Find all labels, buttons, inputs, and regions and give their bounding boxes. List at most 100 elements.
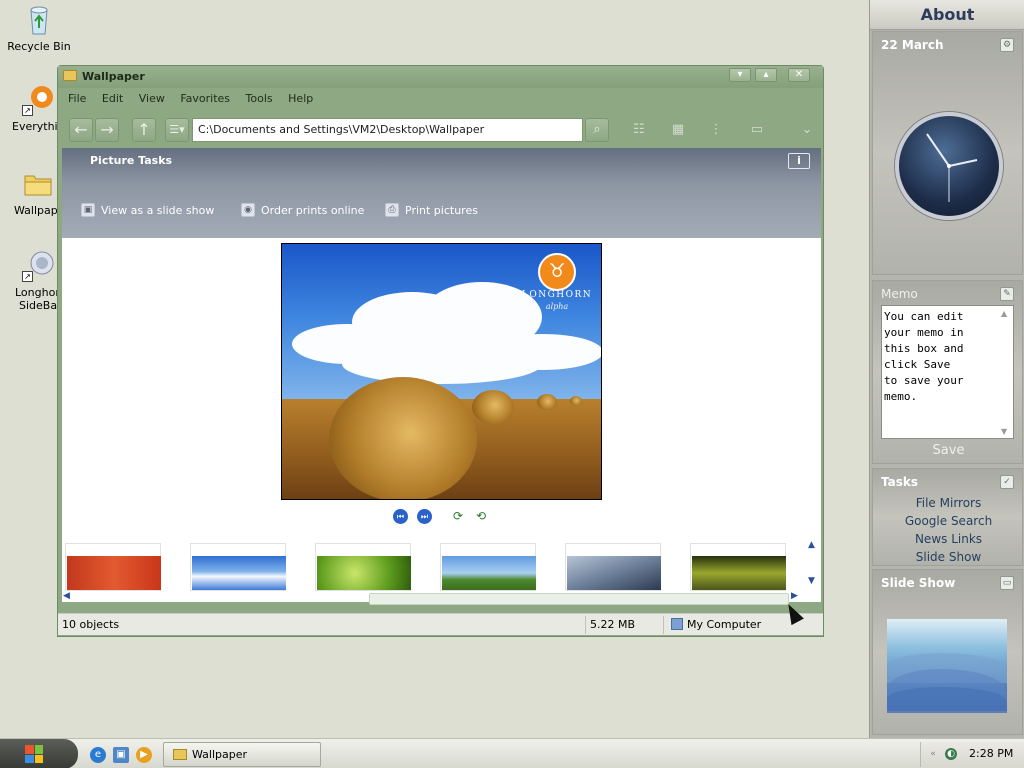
scroll-down-icon[interactable]: ▼ (808, 576, 815, 586)
picture-tasks-title: Picture Tasks (90, 154, 173, 167)
scrollbar-thumb[interactable] (369, 593, 789, 605)
thumbnail[interactable] (315, 543, 411, 591)
explorer-window: Wallpaper ▾ ▴ ✕ File Edit View Favorites… (57, 65, 824, 637)
previous-image-button[interactable]: ⏮ (393, 509, 408, 524)
taskbar-window-button[interactable]: Wallpaper (163, 742, 321, 767)
scroll-down-icon[interactable]: ▼ (1001, 427, 1007, 436)
clock-time[interactable]: 2:28 PM (969, 747, 1013, 760)
memo-panel: Memo ✎ You can edit your memo in this bo… (872, 280, 1023, 464)
window-titlebar[interactable]: Wallpaper ▾ ▴ ✕ (58, 66, 823, 88)
memo-title: Memo (881, 287, 918, 301)
thumbnail[interactable] (190, 543, 286, 591)
rotate-counterclockwise-icon[interactable]: ⟲ (473, 510, 489, 523)
scroll-up-icon[interactable]: ▲ (808, 540, 815, 550)
desktop-icon-recycle-bin[interactable]: Recycle Bin (1, 4, 77, 53)
network-icon[interactable]: ◐ (945, 748, 957, 760)
content-area: ♉ LONGHORN alpha ⏮ ⏭ ⟳ ⟲ ▲ ▼ ◀ ▶ (62, 238, 821, 605)
filmstrip (62, 543, 807, 593)
thumbnail[interactable] (690, 543, 786, 591)
address-input[interactable]: C:\Documents and Settings\VM2\Desktop\Wa… (192, 118, 583, 142)
task-google-search[interactable]: Google Search (873, 514, 1024, 528)
scroll-up-icon[interactable]: ▲ (1001, 309, 1007, 318)
logo-subtext: alpha (545, 302, 569, 311)
list-view-icon[interactable]: ⋮ (707, 122, 725, 138)
date-label: 22 March (881, 38, 944, 52)
memo-textarea[interactable]: You can edit your memo in this box and c… (881, 305, 1014, 439)
forward-button[interactable]: → (95, 118, 119, 142)
folders-view-button[interactable]: ☰▾ (165, 118, 189, 142)
next-image-button[interactable]: ⏭ (417, 509, 432, 524)
internet-explorer-icon[interactable]: e (90, 747, 106, 763)
task-slide-show[interactable]: Slide Show (873, 550, 1024, 564)
clock-settings-icon[interactable]: ⚙ (1000, 38, 1014, 52)
scroll-right-icon[interactable]: ▶ (791, 591, 798, 601)
thumbnails-view-icon[interactable]: ▦ (669, 122, 687, 138)
everything-icon: ↗ (22, 84, 54, 116)
slideshow-icon: ▣ (81, 203, 95, 217)
recycle-bin-icon (23, 4, 55, 36)
menu-favorites[interactable]: Favorites (174, 89, 236, 108)
menu-tools[interactable]: Tools (240, 89, 279, 108)
shortcut-arrow-icon: ↗ (22, 105, 33, 116)
search-button[interactable]: ⌕ (585, 118, 609, 142)
status-size: 5.22 MB (590, 618, 636, 631)
thumbnail[interactable] (565, 543, 661, 591)
toolbar: ← → ↑ ☰▾ C:\Documents and Settings\VM2\D… (62, 112, 821, 148)
maximize-button[interactable]: ▴ (755, 68, 777, 82)
task-file-mirrors[interactable]: File Mirrors (873, 496, 1024, 510)
folder-icon (173, 749, 187, 760)
task-news-links[interactable]: News Links (873, 532, 1024, 546)
tasks-icon[interactable]: ✓ (1000, 475, 1014, 489)
filmstrip-horizontal-scrollbar[interactable]: ◀ ▶ (62, 591, 821, 605)
menu-edit[interactable]: Edit (96, 89, 129, 108)
chevron-down-icon[interactable]: ⌄ (798, 122, 816, 138)
chevron-left-icon[interactable]: « (927, 748, 939, 760)
shortcut-arrow-icon: ↗ (22, 271, 33, 282)
menu-file[interactable]: File (62, 89, 92, 108)
menu-help[interactable]: Help (282, 89, 319, 108)
scroll-left-icon[interactable]: ◀ (63, 591, 70, 601)
show-desktop-icon[interactable]: ▣ (113, 747, 129, 763)
back-button[interactable]: ← (69, 118, 93, 142)
thumbnail[interactable] (440, 543, 536, 591)
clock-panel: 22 March ⚙ (872, 31, 1023, 275)
desktop-icon-label: Recycle Bin (7, 40, 71, 53)
close-button[interactable]: ✕ (788, 68, 810, 82)
tasks-title: Tasks (881, 475, 919, 489)
hay-bale (329, 377, 477, 499)
status-bar: 10 objects 5.22 MB My Computer (58, 613, 823, 635)
order-prints-link[interactable]: ◉ Order prints online (241, 203, 364, 217)
folder-icon (22, 168, 54, 200)
menu-view[interactable]: View (133, 89, 171, 108)
tasks-panel: Tasks ✓ File Mirrors Google Search News … (872, 468, 1023, 566)
folder-icon (63, 70, 77, 81)
info-button[interactable]: i (788, 153, 810, 169)
my-computer-icon (671, 618, 683, 630)
rotate-clockwise-icon[interactable]: ⟳ (450, 510, 466, 523)
longhorn-sidebar: About 22 March ⚙ Memo ✎ You can edit you… (869, 0, 1024, 738)
status-object-count: 10 objects (62, 618, 120, 631)
start-button[interactable] (0, 739, 78, 768)
filmstrip-view-icon[interactable]: ▭ (748, 122, 766, 138)
logo-text: LONGHORN (521, 290, 593, 300)
media-player-icon[interactable]: ▶ (136, 747, 152, 763)
longhorn-sidebar-icon: ↗ (22, 250, 54, 282)
up-button[interactable]: ↑ (132, 118, 156, 142)
system-tray: « ◐ 2:28 PM (920, 742, 1024, 767)
memo-save-button[interactable]: Save (873, 443, 1024, 458)
sidebar-about-header[interactable]: About (870, 0, 1024, 30)
memo-icon[interactable]: ✎ (1000, 287, 1014, 301)
menu-bar: File Edit View Favorites Tools Help (62, 89, 821, 109)
taskbar: e ▣ ▶ Wallpaper « ◐ 2:28 PM (0, 738, 1024, 768)
slideshow-icon[interactable]: ▭ (1000, 576, 1014, 590)
minimize-button[interactable]: ▾ (729, 68, 751, 82)
status-location: My Computer (671, 618, 761, 631)
slideshow-image[interactable] (887, 619, 1007, 713)
slideshow-title: Slide Show (881, 576, 956, 590)
window-title: Wallpaper (82, 70, 145, 83)
details-view-icon[interactable]: ☷ (630, 122, 648, 138)
view-slideshow-link[interactable]: ▣ View as a slide show (81, 203, 214, 217)
thumbnail[interactable] (65, 543, 161, 591)
printer-icon: ⎙ (385, 203, 399, 217)
print-pictures-link[interactable]: ⎙ Print pictures (385, 203, 478, 217)
